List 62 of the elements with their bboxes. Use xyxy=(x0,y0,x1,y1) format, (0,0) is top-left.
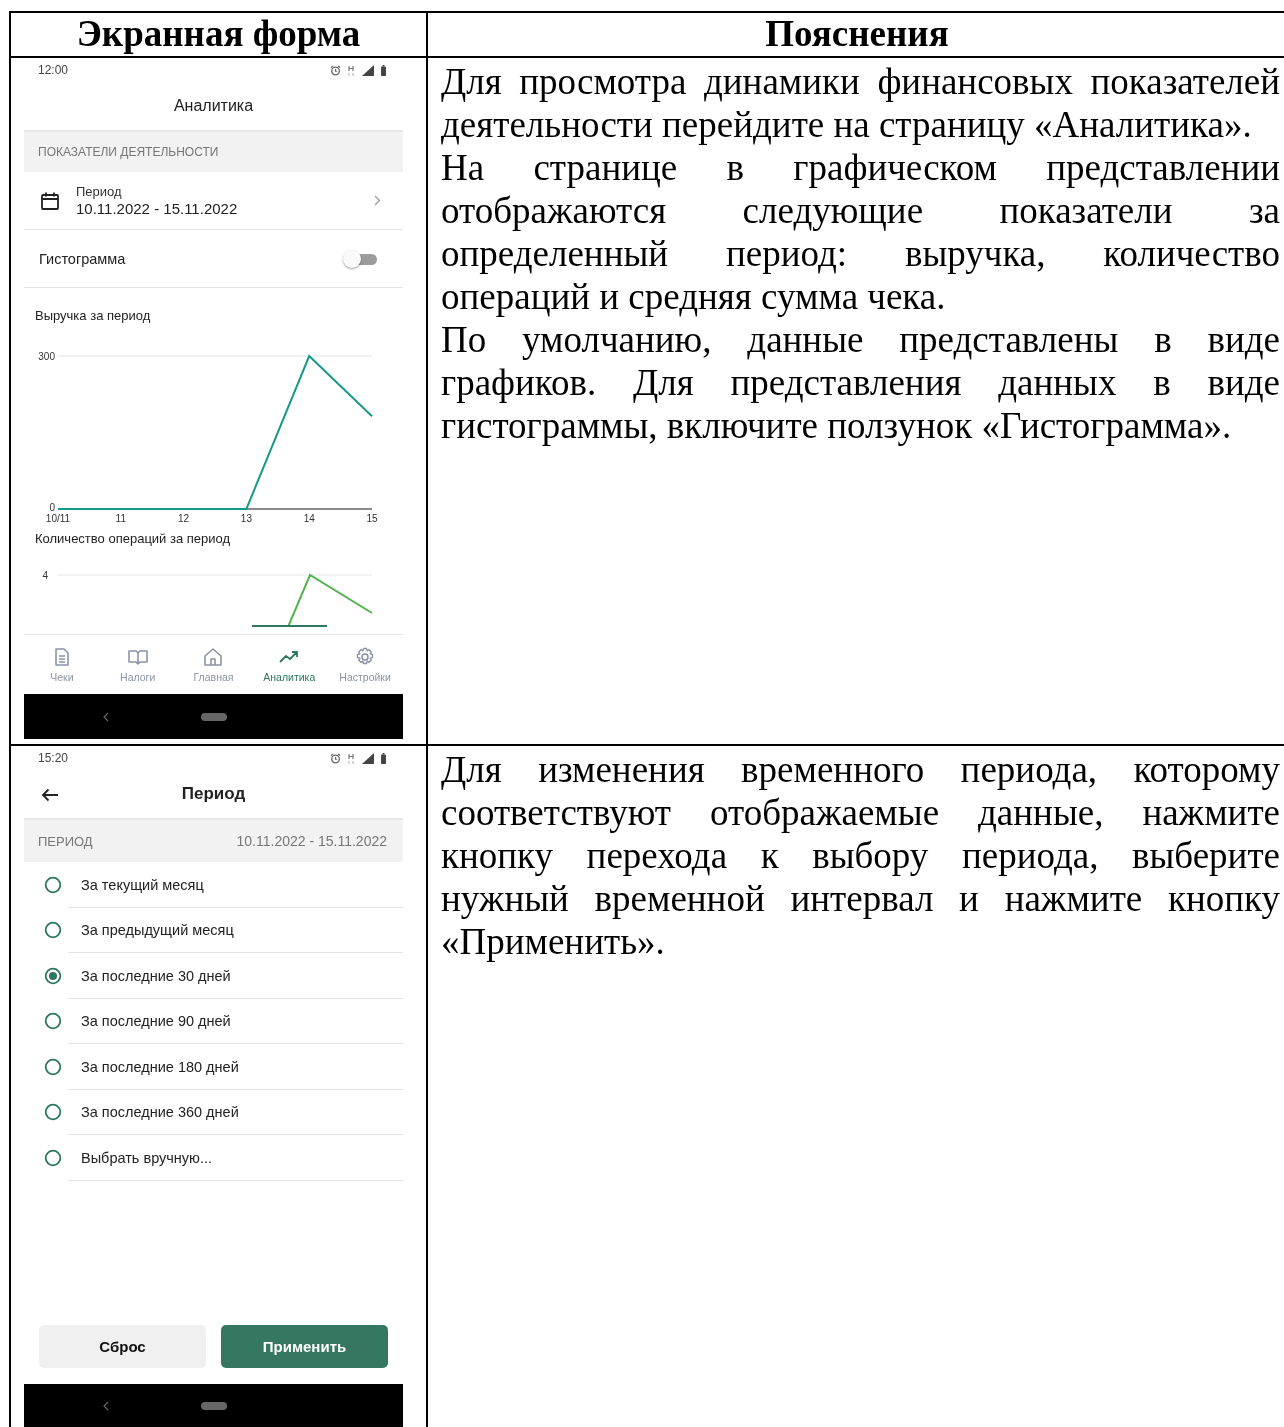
section-label: ПЕРИОД xyxy=(38,833,93,849)
gear-icon xyxy=(355,646,376,667)
network-type-icon xyxy=(347,64,356,76)
screen-title: Период xyxy=(181,784,246,804)
status-time: 12:00 xyxy=(38,63,69,77)
toggle-label: Гистограмма xyxy=(39,250,126,267)
x-tick-label: 15 xyxy=(366,513,378,524)
alarm-clock-icon xyxy=(330,64,341,76)
screen-title: Аналитика xyxy=(173,97,254,115)
line-chart-drawing: 4 xyxy=(42,570,373,627)
radio-button[interactable] xyxy=(44,1148,62,1167)
x-tick-label: 10/11 xyxy=(45,513,71,524)
period-option[interactable]: За текущий месяц xyxy=(24,862,403,908)
x-tick-label: 13 xyxy=(240,513,252,524)
chart-title: Выручка за период xyxy=(34,308,152,325)
alarm-clock-icon xyxy=(330,752,341,764)
y-tick-label: 300 xyxy=(38,351,55,362)
calendar-icon xyxy=(40,190,60,211)
period-option[interactable]: За последние 180 дней xyxy=(24,1044,403,1090)
period-value: 10.11.2022 - 15.11.2022 xyxy=(76,200,239,217)
column-header: Пояснения xyxy=(428,13,1284,58)
y-tick-label: 0 xyxy=(49,502,55,513)
signal-icon xyxy=(362,752,374,764)
battery-icon xyxy=(380,752,387,764)
section-header: ПОКАЗАТЕЛИ ДЕЯТЕЛЬНОСТИ xyxy=(24,132,403,172)
chevron-right-icon xyxy=(374,195,381,206)
period-row[interactable]: Период 10.11.2022 - 15.11.2022 xyxy=(24,172,403,230)
period-option[interactable]: За последние 30 дней xyxy=(24,953,403,999)
x-tick-label: 11 xyxy=(115,513,126,524)
period-option[interactable]: За последние 90 дней xyxy=(24,998,403,1044)
period-option[interactable]: За предыдущий месяц xyxy=(24,907,403,953)
histogram-switch[interactable] xyxy=(343,249,377,268)
radio-button[interactable] xyxy=(44,921,62,940)
x-tick-label: 14 xyxy=(303,513,315,524)
x-tick-label: 12 xyxy=(178,513,190,524)
explanation-paragraph: На странице в графическом представлении отображаются следующие показатели за определенный период: выручка, количество операций и средняя сумма чека. xyxy=(441,146,1280,318)
explanation-paragraph: Для просмотра динамики финансовых показателей деятельности перейдите на страницу «Аналитика». xyxy=(441,60,1280,146)
status-time: 15:20 xyxy=(38,751,69,765)
chart-title: Количество операций за период xyxy=(34,531,232,548)
network-type-icon xyxy=(347,752,356,764)
explanation-paragraph: Для изменения временного периода, которому соответствуют отображаемые данные, нажмите кнопку перехода к выбору периода, выберите нужный временной интервал и нажмите кнопку «Применить». xyxy=(441,748,1280,963)
radio-button[interactable] xyxy=(44,1057,62,1076)
reset-button[interactable]: Сброс xyxy=(39,1325,206,1368)
section-value: 10.11.2022 - 15.11.2022 xyxy=(236,833,387,849)
apply-button[interactable]: Применить xyxy=(221,1325,388,1368)
radio-button[interactable] xyxy=(44,1012,62,1031)
back-arrow-icon[interactable] xyxy=(41,788,59,802)
radio-button[interactable] xyxy=(44,1103,62,1122)
explanation-paragraph: По умолчанию, данные представлены в виде графиков. Для представления данных в виде гистограммы, включите ползунок «Гистограмма». xyxy=(441,318,1280,447)
home-pill[interactable] xyxy=(201,712,227,721)
nav-tab[interactable]: Аналитика xyxy=(251,635,328,694)
house-icon xyxy=(203,646,224,667)
back-icon[interactable] xyxy=(103,711,109,722)
battery-icon xyxy=(380,64,387,76)
back-icon[interactable] xyxy=(103,1401,109,1411)
radio-button[interactable] xyxy=(44,966,62,985)
period-option[interactable]: Выбрать вручную... xyxy=(24,1135,403,1181)
period-label: Период xyxy=(76,184,123,199)
home-pill[interactable] xyxy=(201,1402,227,1410)
signal-icon xyxy=(362,64,374,76)
radio-button[interactable] xyxy=(44,875,62,894)
period-option[interactable]: За последние 360 дней xyxy=(24,1089,403,1135)
